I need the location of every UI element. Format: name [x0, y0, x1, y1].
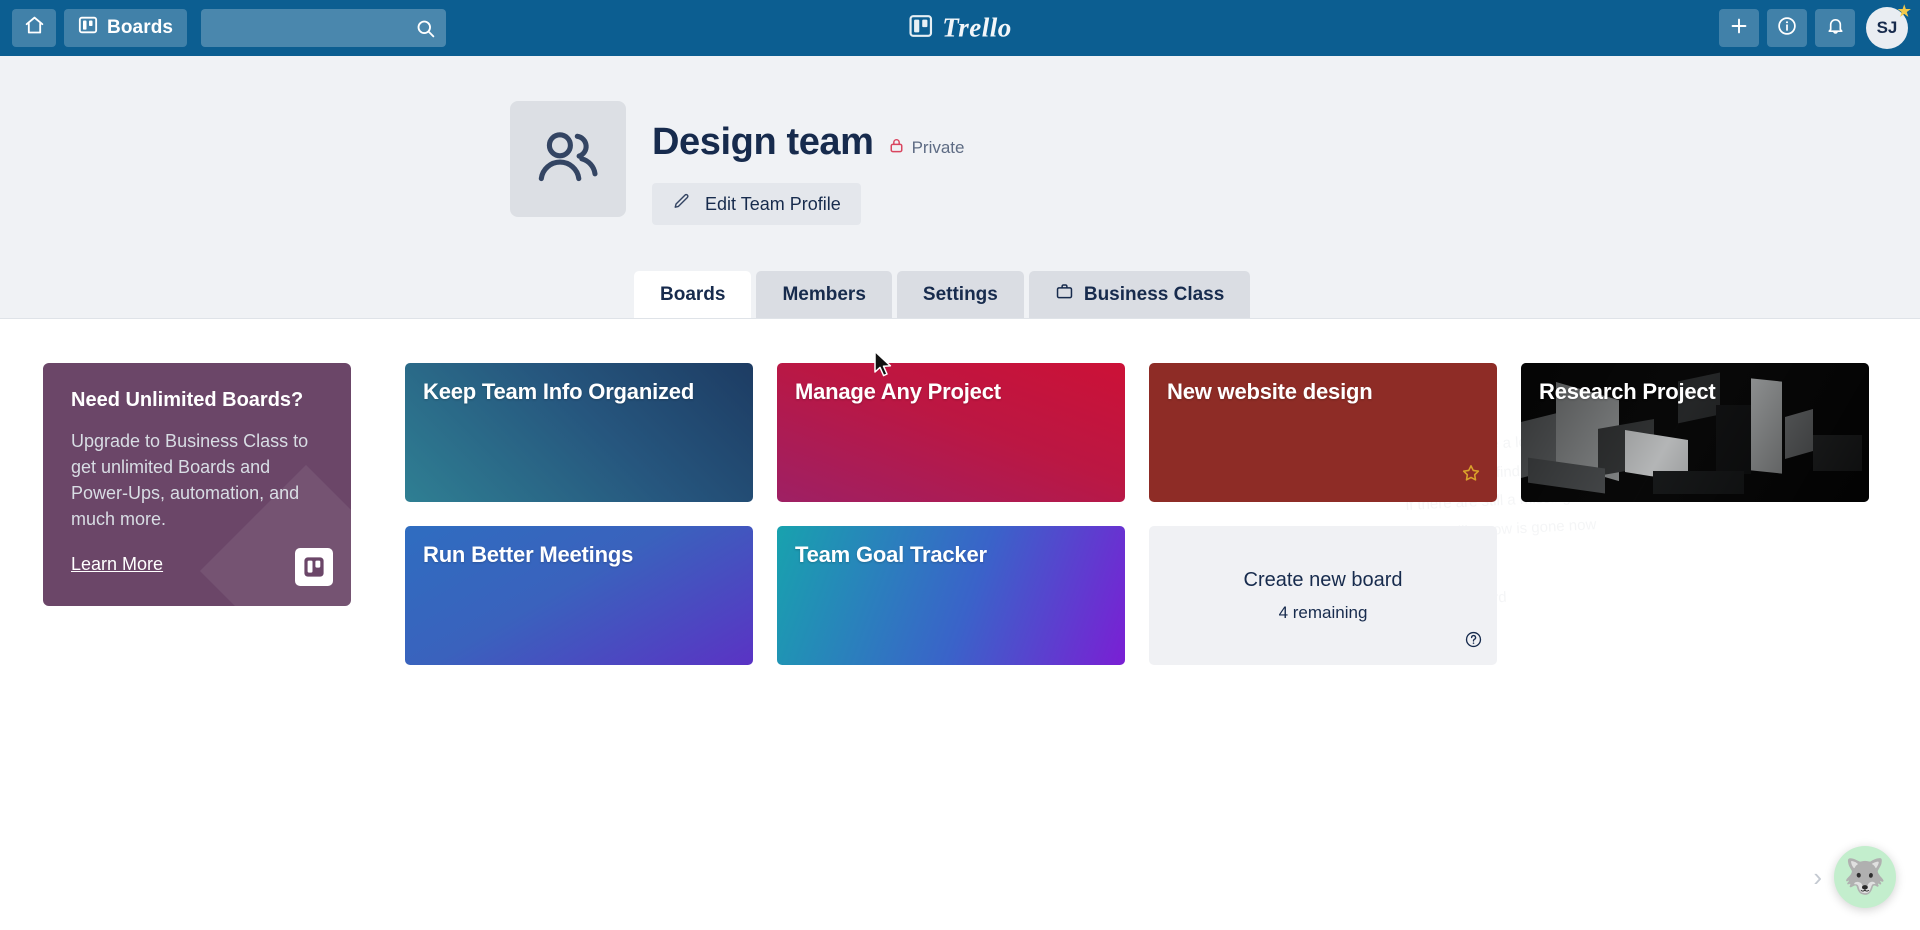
board-tile-keep-team-info-organized[interactable]: Keep Team Info Organized: [405, 363, 753, 502]
board-title: Manage Any Project: [795, 379, 1001, 404]
boards-content-area: That looks like a long impossible to fin…: [0, 320, 1920, 930]
avatar-star-badge: ★: [1897, 3, 1911, 20]
team-visibility: Private: [888, 137, 965, 159]
boards-button-label: Boards: [107, 17, 174, 38]
search-input[interactable]: [201, 9, 447, 47]
tab-settings[interactable]: Settings: [896, 271, 1024, 318]
board-tile-research-project[interactable]: Research Project: [1521, 363, 1869, 502]
board-title: Research Project: [1539, 379, 1716, 404]
upgrade-promo-card: Need Unlimited Boards? Upgrade to Busine…: [43, 363, 351, 606]
create-new-board-tile[interactable]: Create new board 4 remaining: [1149, 526, 1497, 665]
team-identity: Design team Private Edit Team Profile: [510, 101, 964, 225]
board-tile-new-website-design[interactable]: New website design: [1149, 363, 1497, 502]
info-button[interactable]: [1767, 9, 1807, 47]
board-title: New website design: [1167, 379, 1373, 404]
team-avatar: [510, 101, 626, 217]
tab-boards[interactable]: Boards: [634, 271, 752, 318]
lock-icon: [888, 137, 905, 159]
top-navigation-bar: Boards Trello SJ ★: [0, 0, 1920, 56]
tab-settings-label: Settings: [922, 283, 998, 305]
trello-logo[interactable]: Trello: [908, 13, 1012, 44]
home-icon: [24, 15, 45, 41]
learn-more-link[interactable]: Learn More: [71, 554, 163, 575]
star-icon[interactable]: [1461, 463, 1481, 488]
board-title: Team Goal Tracker: [795, 542, 987, 567]
upgrade-card-title: Need Unlimited Boards?: [71, 389, 304, 411]
team-tabs: Boards Members Settings Business Class: [634, 271, 1251, 318]
pencil-icon: [672, 192, 691, 216]
tab-business-class-label: Business Class: [1083, 283, 1225, 305]
team-header: Design team Private Edit Team Profile Bo…: [0, 56, 1920, 319]
trello-logo-wordmark: Trello: [942, 12, 1012, 43]
boards-remaining-label: 4 remaining: [1278, 602, 1368, 622]
nav-right-group: SJ ★: [1719, 3, 1911, 49]
avatar-initials: SJ: [1876, 18, 1898, 37]
trello-badge-icon: [295, 548, 333, 586]
board-tile-team-goal-tracker[interactable]: Team Goal Tracker: [777, 526, 1125, 665]
tab-boards-label: Boards: [660, 283, 726, 305]
trello-logo-icon: [908, 13, 933, 43]
board-tile-run-better-meetings[interactable]: Run Better Meetings: [405, 526, 753, 665]
info-icon: [1776, 15, 1798, 42]
search-box[interactable]: [201, 9, 447, 47]
plus-icon: [1728, 15, 1750, 42]
team-title-row: Design team Private: [652, 121, 964, 164]
bell-icon: [1825, 15, 1846, 41]
edit-team-profile-label: Edit Team Profile: [705, 193, 841, 214]
create-new-board-label: Create new board: [1243, 568, 1403, 591]
boards-button[interactable]: Boards: [64, 9, 188, 47]
team-visibility-label: Private: [911, 138, 965, 157]
home-button[interactable]: [12, 9, 56, 47]
board-title: Keep Team Info Organized: [423, 379, 695, 404]
user-avatar[interactable]: SJ ★: [1866, 3, 1911, 49]
add-button[interactable]: [1719, 9, 1759, 47]
chat-avatar-button[interactable]: 🐺: [1834, 846, 1896, 908]
tab-members[interactable]: Members: [756, 271, 892, 318]
help-icon[interactable]: [1464, 630, 1483, 654]
boards-icon: [78, 15, 98, 41]
notifications-button[interactable]: [1815, 9, 1855, 47]
people-icon: [532, 121, 604, 198]
chat-widget: › 🐺: [1813, 846, 1896, 908]
board-grid: Keep Team Info Organized Manage Any Proj…: [405, 363, 1869, 665]
chevron-right-icon[interactable]: ›: [1813, 862, 1822, 893]
briefcase-icon: [1055, 282, 1074, 307]
team-text-block: Design team Private Edit Team Profile: [652, 101, 964, 225]
edit-team-profile-button[interactable]: Edit Team Profile: [652, 183, 861, 225]
team-name: Design team: [652, 121, 874, 163]
tab-business-class[interactable]: Business Class: [1028, 271, 1251, 318]
board-title: Run Better Meetings: [423, 542, 634, 567]
dog-avatar-icon: 🐺: [1843, 858, 1887, 896]
tab-members-label: Members: [782, 283, 866, 305]
board-tile-manage-any-project[interactable]: Manage Any Project: [777, 363, 1125, 502]
